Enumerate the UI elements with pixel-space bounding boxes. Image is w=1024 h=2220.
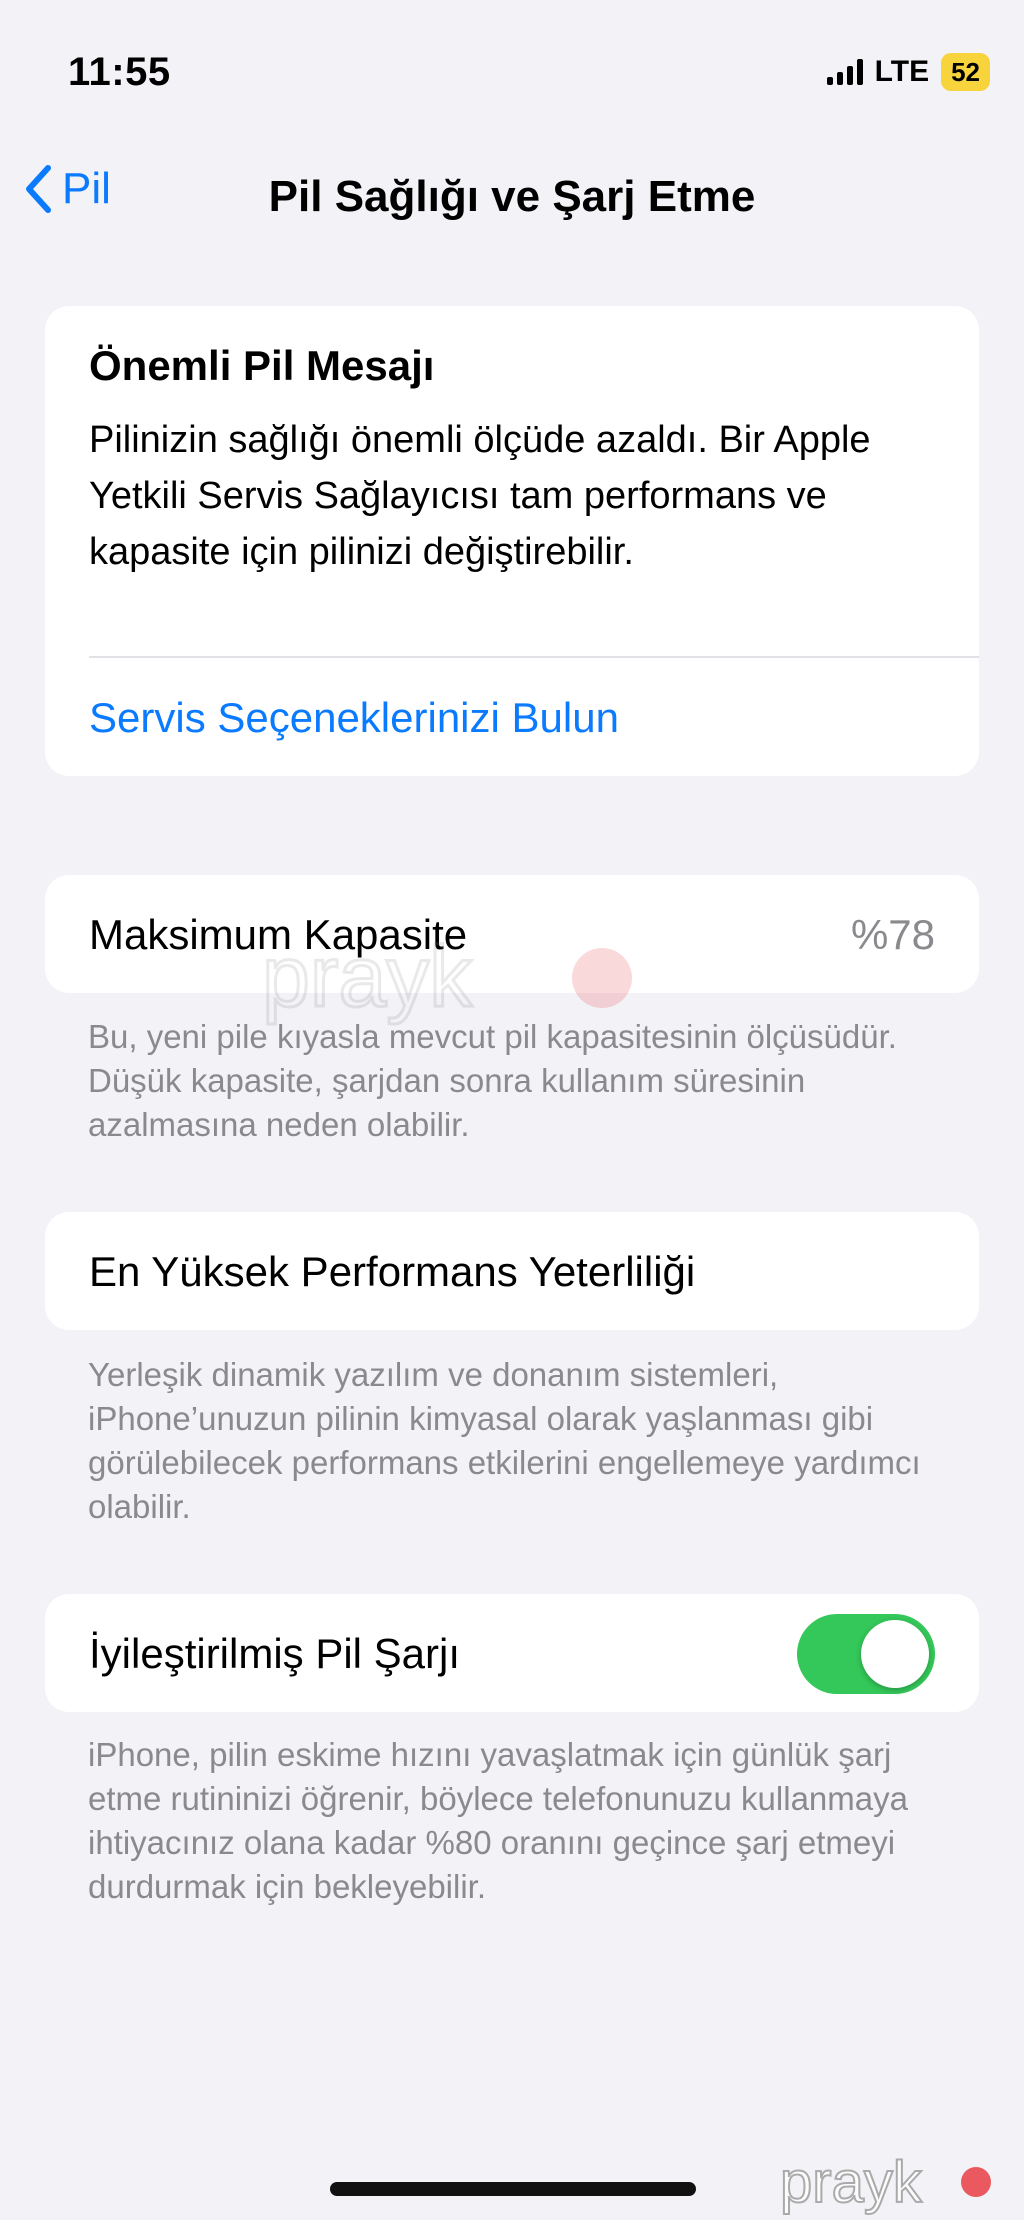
peak-performance-label: En Yüksek Performans Yeterliliği [89, 1248, 696, 1295]
battery-badge: 52 [941, 53, 990, 91]
important-message-card: Önemli Pil Mesajı Pilinizin sağlığı önem… [45, 306, 979, 776]
peak-performance-row: En Yüksek Performans Yeterliliği [45, 1212, 979, 1330]
status-time: 11:55 [68, 50, 171, 94]
toggle-knob [861, 1620, 929, 1688]
optimized-charging-row: İyileştirilmiş Pil Şarjı [45, 1594, 979, 1712]
peak-performance-footer: Yerleşik dinamik yazılım ve donanım sist… [88, 1356, 921, 1525]
optimized-charging-toggle[interactable] [797, 1614, 935, 1694]
important-message-body: Pilinizin sağlığı önemli ölçüde azaldı. … [89, 419, 871, 573]
optimized-charging-footer: iPhone, pilin eskime hızını yavaşlatmak … [88, 1736, 908, 1905]
status-bar: 11:55 LTE 52 [0, 0, 1024, 120]
navigation-bar: Pil Pil Sağlığı ve Şarj Etme [0, 150, 1024, 250]
optimized-charging-label: İyileştirilmiş Pil Şarjı [89, 1630, 461, 1677]
max-capacity-row: Maksimum Kapasite %78 [45, 875, 979, 993]
page-title: Pil Sağlığı ve Şarj Etme [268, 172, 756, 221]
card-divider [89, 656, 979, 658]
status-indicators: LTE 52 [826, 52, 990, 92]
max-capacity-footer: Bu, yeni pile kıyasla mevcut pil kapasit… [88, 1018, 897, 1143]
max-capacity-label: Maksimum Kapasite [89, 911, 468, 958]
max-capacity-value: %78 [850, 911, 935, 958]
watermark-corner-logo: prayk [780, 2150, 991, 2216]
svg-text:prayk: prayk [780, 2150, 923, 2215]
important-message-heading: Önemli Pil Mesajı [89, 342, 435, 389]
cellular-signal-icon [826, 59, 863, 85]
network-type: LTE [874, 55, 930, 88]
home-indicator[interactable] [330, 2182, 696, 2196]
find-service-options-link[interactable]: Servis Seçeneklerinizi Bulun [89, 694, 619, 742]
